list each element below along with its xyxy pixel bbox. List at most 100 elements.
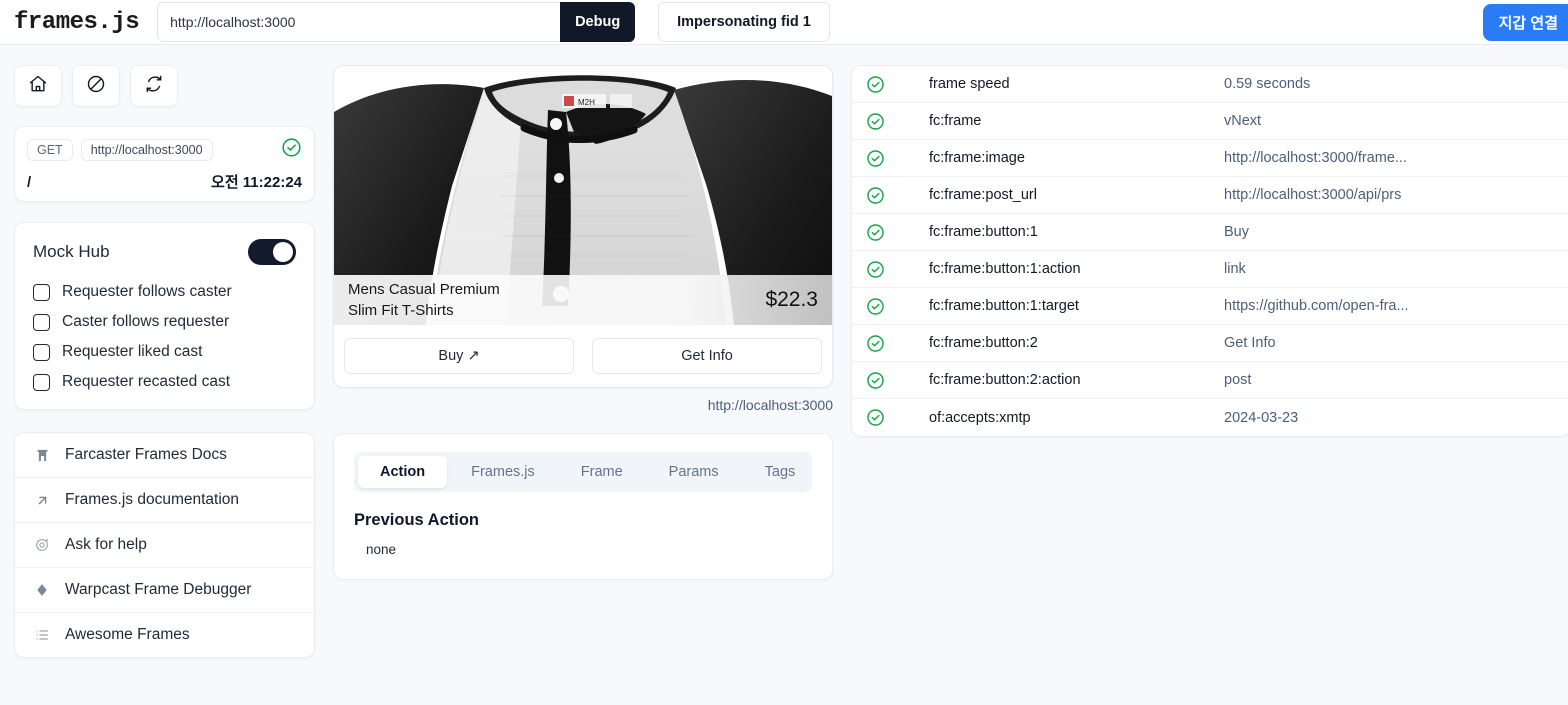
debug-button[interactable]: Debug [560, 2, 636, 42]
svg-text:M2H: M2H [578, 98, 595, 107]
row-value: link [1224, 261, 1246, 277]
checkbox-caster-follows-requester[interactable]: Caster follows requester [33, 313, 296, 331]
request-summary-bottom: / 오전 11:22:24 [27, 171, 302, 192]
diamond-icon [33, 583, 51, 597]
mock-hub-header: Mock Hub [33, 239, 296, 265]
sidebar: GET http://localhost:3000 / 오전 11:22:24 … [0, 65, 315, 658]
row-key: fc:frame [929, 113, 982, 129]
page-body: GET http://localhost:3000 / 오전 11:22:24 … [0, 45, 1568, 658]
link-awesome-frames[interactable]: Awesome Frames [15, 613, 314, 657]
farcaster-arch-icon [33, 448, 51, 463]
list-icon [33, 627, 51, 643]
tab-tags[interactable]: Tags [743, 456, 818, 488]
checkbox-box[interactable] [33, 283, 50, 301]
clear-button[interactable] [72, 65, 120, 107]
frame-source-url[interactable]: http://localhost:3000 [333, 388, 833, 413]
tab-frame[interactable]: Frame [559, 456, 645, 488]
row-status-icon [866, 149, 929, 168]
toggle-knob [273, 242, 293, 262]
mock-hub-toggle[interactable] [248, 239, 296, 265]
mock-hub-card: Mock Hub Requester follows caster Caster… [14, 222, 315, 410]
row-key: fc:frame:button:2 [929, 335, 1038, 351]
table-row: fc:frame:button:2 Get Info [852, 325, 1568, 362]
link-warpcast-frame-debugger[interactable]: Warpcast Frame Debugger [15, 568, 314, 613]
row-value: post [1224, 372, 1252, 388]
metadata-column: frame speed 0.59 seconds fc:frame vNext … [851, 65, 1568, 437]
impersonate-button[interactable]: Impersonating fid 1 [658, 2, 830, 42]
inspector-panel: Action Frames.js Frame Params Tags Previ… [333, 433, 833, 580]
request-summary-top: GET http://localhost:3000 [27, 137, 302, 163]
row-key: fc:frame:button:1 [929, 224, 1038, 240]
connect-wallet-button[interactable]: 지갑 연결 [1482, 4, 1568, 41]
tab-params[interactable]: Params [647, 456, 741, 488]
frame-card: M2H Mens Casual Premium Slim Fit T-Shirt… [333, 65, 833, 388]
checkbox-box[interactable] [33, 373, 50, 391]
checkbox-box[interactable] [33, 313, 50, 331]
frame-button-row: Buy ↗ Get Info [334, 325, 832, 387]
arrow-up-right-icon [33, 493, 51, 508]
request-summary-card: GET http://localhost:3000 / 오전 11:22:24 [14, 126, 315, 202]
home-icon [28, 74, 48, 99]
checkbox-label: Requester liked cast [62, 343, 203, 360]
row-value: https://github.com/open-fra... [1224, 298, 1409, 314]
checkbox-label: Requester recasted cast [62, 373, 231, 390]
table-row: frame speed 0.59 seconds [852, 66, 1568, 103]
request-url-badge: http://localhost:3000 [80, 139, 213, 161]
request-timestamp: 오전 11:22:24 [211, 174, 302, 191]
checkbox-label: Requester follows caster [62, 283, 232, 300]
link-ask-for-help[interactable]: Ask for help [15, 523, 314, 568]
table-row: fc:frame:button:1 Buy [852, 214, 1568, 251]
row-status-icon [866, 75, 929, 94]
frame-image-caption: Mens Casual Premium Slim Fit T-Shirts $2… [334, 275, 832, 325]
checkbox-box[interactable] [33, 343, 50, 361]
top-bar: frames.js Debug Impersonating fid 1 지갑 연… [0, 0, 1568, 45]
row-key: of:accepts:xmtp [929, 409, 1031, 426]
url-input[interactable] [157, 2, 561, 42]
checkbox-label: Caster follows requester [62, 313, 230, 330]
row-status-icon [866, 371, 929, 390]
link-label: Ask for help [65, 536, 147, 553]
sidebar-icon-toolbar [14, 65, 315, 107]
row-value: Get Info [1224, 335, 1276, 351]
frame-button-1[interactable]: Buy ↗ [344, 338, 574, 374]
frame-preview-column: M2H Mens Casual Premium Slim Fit T-Shirt… [333, 65, 833, 580]
request-method-badge: GET [27, 139, 73, 161]
link-label: Farcaster Frames Docs [65, 446, 227, 463]
tab-framesjs[interactable]: Frames.js [449, 456, 557, 488]
row-key: fc:frame:post_url [929, 187, 1037, 203]
row-key: fc:frame:image [929, 150, 1025, 166]
checkbox-requester-follows-caster[interactable]: Requester follows caster [33, 283, 296, 301]
table-row: fc:frame:button:1:target https://github.… [852, 288, 1568, 325]
checkbox-requester-recasted-cast[interactable]: Requester recasted cast [33, 373, 296, 391]
row-value: 0.59 seconds [1224, 76, 1311, 92]
table-row: of:accepts:xmtp 2024-03-23 [852, 399, 1568, 436]
refresh-button[interactable] [130, 65, 178, 107]
chat-bubble-icon [33, 537, 51, 553]
home-button[interactable] [14, 65, 62, 107]
tab-action[interactable]: Action [358, 456, 448, 488]
row-key: fc:frame:button:2:action [929, 372, 1081, 388]
previous-action-value: none [366, 542, 397, 557]
table-row: fc:frame vNext [852, 103, 1568, 140]
row-value: 2024-03-23 [1224, 409, 1299, 426]
table-row: fc:frame:post_url http://localhost:3000/… [852, 177, 1568, 214]
table-row: fc:frame:button:2:action post [852, 362, 1568, 399]
request-path: / [27, 174, 32, 191]
row-status-icon [866, 334, 929, 353]
metadata-table: frame speed 0.59 seconds fc:frame vNext … [851, 65, 1568, 437]
row-value: http://localhost:3000/api/prs [1224, 187, 1402, 203]
checkbox-requester-liked-cast[interactable]: Requester liked cast [33, 343, 296, 361]
row-status-icon [866, 223, 929, 242]
row-value: vNext [1224, 113, 1262, 129]
frame-button-1-label: Buy [438, 348, 464, 364]
link-framesjs-documentation[interactable]: Frames.js documentation [15, 478, 314, 523]
request-status-icon [281, 137, 302, 163]
link-farcaster-frames-docs[interactable]: Farcaster Frames Docs [15, 433, 314, 478]
link-label: Warpcast Frame Debugger [65, 581, 252, 598]
link-label: Frames.js documentation [65, 491, 240, 508]
row-status-icon [866, 260, 929, 279]
previous-action-title: Previous Action [354, 511, 479, 529]
frame-button-2[interactable]: Get Info [592, 338, 822, 374]
resource-links-card: Farcaster Frames Docs Frames.js document… [14, 432, 315, 658]
frame-image-title: Mens Casual Premium Slim Fit T-Shirts [348, 279, 500, 321]
